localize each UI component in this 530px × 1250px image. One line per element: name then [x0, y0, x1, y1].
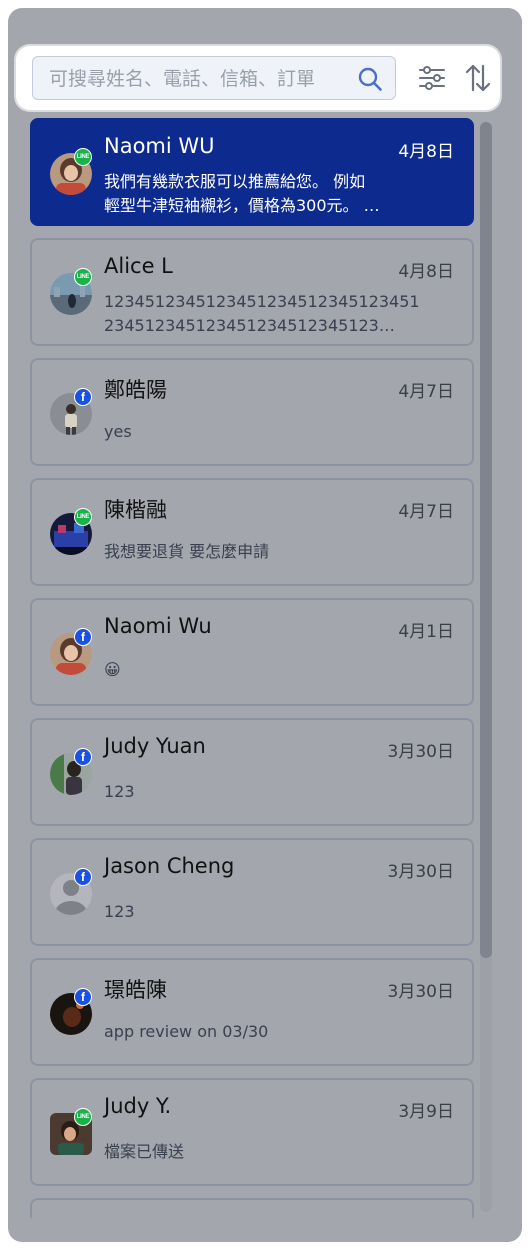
message-date: 3月30日 [387, 982, 454, 1002]
message-date: 4月7日 [398, 382, 454, 402]
conversation-item[interactable]: f 鄭皓陽 4月7日 yes [30, 358, 474, 466]
conversation-panel: LINE Naomi WU 4月8日 我們有幾款衣服可以推薦給您。 例如 輕型牛… [8, 8, 522, 1242]
facebook-badge-icon: f [74, 748, 92, 766]
conversation-item[interactable]: LINE Alice L 4月8日 1234512345123451234512… [30, 238, 474, 346]
message-date: 4月7日 [398, 502, 454, 522]
facebook-badge-icon: f [74, 628, 92, 646]
message-date: 3月9日 [398, 1102, 454, 1122]
conversation-item[interactable]: LINE 陳楷融 4月7日 我想要退貨 要怎麼申請 [30, 478, 474, 586]
message-date: 3月30日 [387, 742, 454, 762]
conversation-item[interactable]: LINE Judy Y. 3月9日 檔案已傳送 [30, 1078, 474, 1186]
message-date: 4月1日 [398, 622, 454, 642]
message-preview: app review on 03/30 [104, 1022, 269, 1041]
line-badge-icon: LINE [74, 268, 92, 286]
contact-name: Jason Cheng [104, 854, 235, 878]
message-preview: 檔案已傳送 [104, 1142, 185, 1161]
scrollbar-thumb[interactable] [480, 122, 492, 958]
conversation-item[interactable]: LINE Naomi WU 4月8日 我們有幾款衣服可以推薦給您。 例如 輕型牛… [30, 118, 474, 226]
line-badge-icon: LINE [74, 1108, 92, 1126]
line-badge-icon: LINE [74, 148, 92, 166]
message-preview: 我們有幾款衣服可以推薦給您。 例如 輕型牛津短袖襯衫，價格為300元。 … [104, 172, 380, 215]
message-preview: 😀 [104, 660, 121, 679]
toolbar [16, 46, 500, 110]
conversation-item[interactable]: f Naomi Wu 4月1日 😀 [30, 598, 474, 706]
facebook-badge-icon: f [74, 388, 92, 406]
search-input[interactable] [47, 57, 345, 101]
contact-name: Naomi WU [104, 134, 215, 158]
conversation-item[interactable] [30, 1198, 474, 1218]
line-badge-icon: LINE [74, 508, 92, 526]
message-preview: 1234512345123451234512345123451234512345… [104, 292, 420, 335]
message-date: 4月8日 [398, 142, 454, 162]
message-preview: 我想要退貨 要怎麼申請 [104, 542, 270, 561]
message-date: 3月30日 [387, 862, 454, 882]
message-preview: 123 [104, 902, 135, 921]
contact-name: Naomi Wu [104, 614, 212, 638]
message-date: 4月8日 [398, 262, 454, 282]
conversation-list: LINE Naomi WU 4月8日 我們有幾款衣服可以推薦給您。 例如 輕型牛… [30, 118, 474, 1218]
contact-name: 璟皓陳 [104, 978, 167, 1002]
contact-name: 陳楷融 [104, 498, 167, 522]
contact-name: Judy Y. [104, 1094, 172, 1118]
conversation-item[interactable]: f Judy Yuan 3月30日 123 [30, 718, 474, 826]
conversation-item[interactable]: f 璟皓陳 3月30日 app review on 03/30 [30, 958, 474, 1066]
search-icon[interactable] [357, 66, 383, 92]
filter-sliders-icon[interactable] [416, 62, 448, 94]
contact-name: Judy Yuan [104, 734, 206, 758]
search-box[interactable] [32, 56, 396, 101]
contact-name: 鄭皓陽 [104, 378, 167, 402]
facebook-badge-icon: f [74, 868, 92, 886]
message-preview: yes [104, 422, 132, 441]
conversation-item[interactable]: f Jason Cheng 3月30日 123 [30, 838, 474, 946]
contact-name: Alice L [104, 254, 173, 278]
facebook-badge-icon: f [74, 988, 92, 1006]
sort-arrows-icon[interactable] [462, 62, 494, 94]
message-preview: 123 [104, 782, 135, 801]
